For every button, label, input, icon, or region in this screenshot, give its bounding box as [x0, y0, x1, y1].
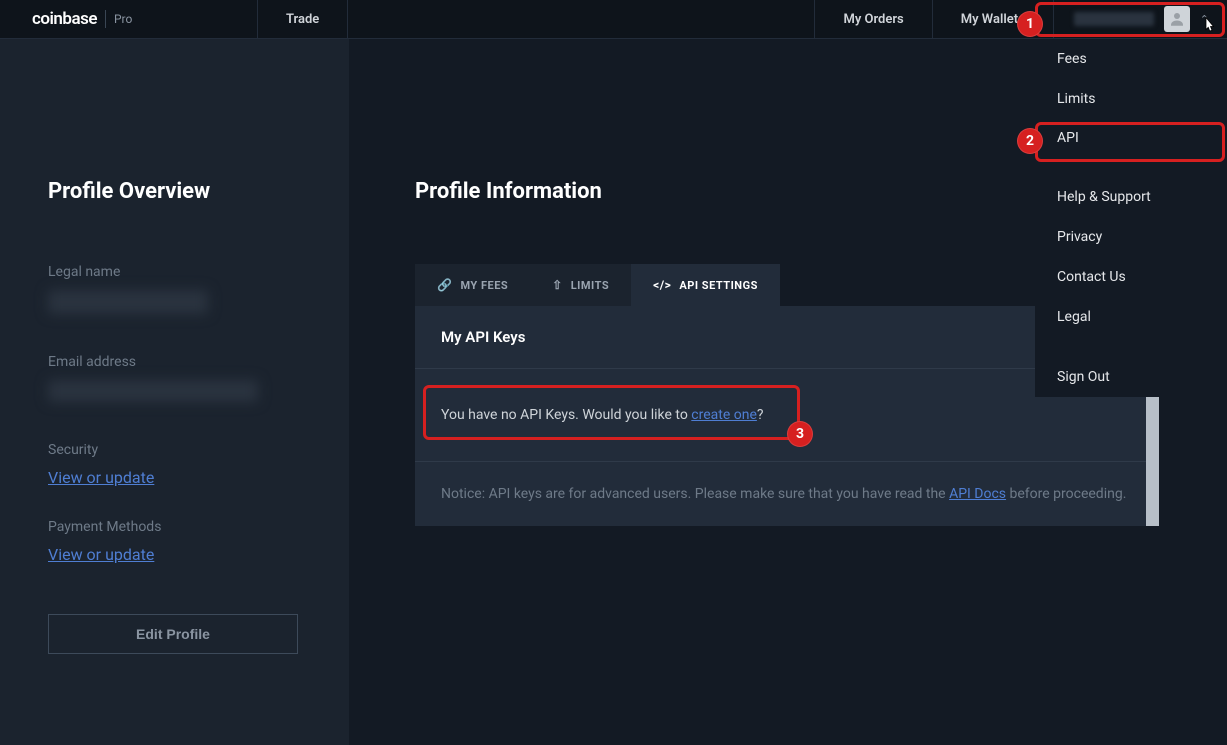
notice-text-1: Notice: API keys are for advanced users.…: [441, 486, 949, 502]
tab-limits-label: LIMITS: [571, 279, 609, 292]
nav-spacer: [348, 0, 814, 38]
user-name-redacted: [1074, 12, 1154, 26]
tab-my-fees[interactable]: 🔗 MY FEES: [415, 264, 530, 306]
tab-api-label: API SETTINGS: [679, 279, 757, 292]
tab-limits[interactable]: ⇧ LIMITS: [530, 264, 631, 306]
user-menu-trigger[interactable]: ⌃: [1054, 0, 1227, 38]
email-label: Email address: [48, 354, 301, 370]
avatar: [1164, 6, 1190, 32]
brand-main: coinbase: [32, 9, 97, 29]
notice-text-2: before proceeding.: [1006, 486, 1126, 502]
api-docs-link[interactable]: API Docs: [949, 486, 1006, 502]
dropdown-fees[interactable]: Fees: [1035, 39, 1227, 79]
brand[interactable]: coinbase Pro: [0, 0, 258, 38]
field-security: Security View or update: [48, 442, 301, 487]
dropdown-api[interactable]: API: [1035, 119, 1227, 157]
profile-sidebar: Profile Overview Legal name Email addres…: [0, 39, 349, 745]
top-navigation: coinbase Pro Trade My Orders My Wallets …: [0, 0, 1227, 39]
notice-message: Notice: API keys are for advanced users.…: [415, 462, 1159, 526]
chevron-up-icon: ⌃: [1200, 13, 1209, 26]
no-keys-text-2: ?: [757, 407, 764, 423]
legal-name-label: Legal name: [48, 264, 301, 280]
email-value-redacted: [48, 380, 258, 402]
nav-my-orders[interactable]: My Orders: [814, 0, 932, 38]
tab-fees-label: MY FEES: [460, 279, 508, 292]
dropdown-spacer-2: [1035, 337, 1227, 357]
field-email: Email address: [48, 354, 301, 402]
sidebar-title: Profile Overview: [48, 179, 301, 204]
dropdown-legal[interactable]: Legal: [1035, 297, 1227, 337]
upload-icon: ⇧: [552, 278, 563, 292]
brand-divider: [105, 10, 106, 28]
nav-my-wallets[interactable]: My Wallets: [933, 0, 1054, 38]
code-icon: </>: [653, 278, 671, 292]
link-icon: 🔗: [437, 278, 452, 292]
dropdown-signout[interactable]: Sign Out: [1035, 357, 1227, 397]
edit-profile-button[interactable]: Edit Profile: [48, 614, 298, 654]
field-payment: Payment Methods View or update: [48, 519, 301, 564]
nav-trade[interactable]: Trade: [258, 0, 348, 38]
create-one-link[interactable]: create one: [691, 407, 757, 423]
legal-name-value-redacted: [48, 290, 208, 314]
dropdown-help[interactable]: Help & Support: [1035, 177, 1227, 217]
payment-link[interactable]: View or update: [48, 545, 154, 564]
dropdown-privacy[interactable]: Privacy: [1035, 217, 1227, 257]
dropdown-contact[interactable]: Contact Us: [1035, 257, 1227, 297]
field-legal-name: Legal name: [48, 264, 301, 314]
payment-label: Payment Methods: [48, 519, 301, 535]
security-link[interactable]: View or update: [48, 468, 154, 487]
dropdown-spacer: [1035, 157, 1227, 177]
brand-sub: Pro: [114, 12, 132, 26]
no-keys-text-1: You have no API Keys. Would you like to: [441, 407, 691, 423]
user-dropdown: Fees Limits API Help & Support Privacy C…: [1035, 39, 1227, 397]
security-label: Security: [48, 442, 301, 458]
dropdown-limits[interactable]: Limits: [1035, 79, 1227, 119]
api-keys-heading: My API Keys: [441, 328, 525, 346]
tab-api-settings[interactable]: </> API SETTINGS: [631, 264, 780, 306]
